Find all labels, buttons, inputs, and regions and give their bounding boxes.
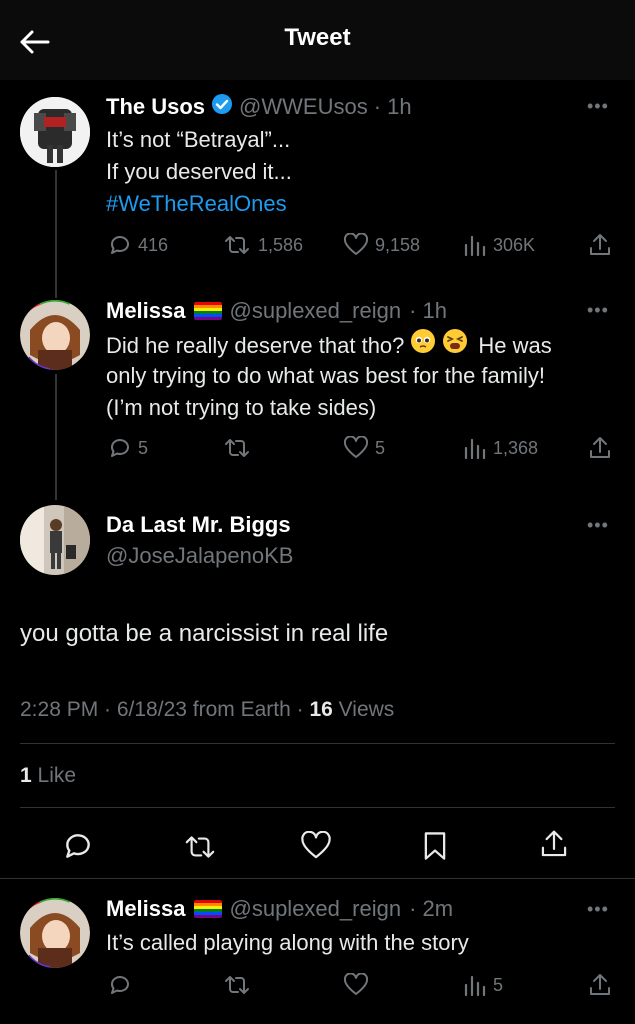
- tweet-text-line-end: He was: [478, 332, 552, 358]
- tweet-metadata: 2:28 PM · 6/18/23 from Earth · 16 Views: [20, 698, 394, 722]
- more-options-icon[interactable]: •••: [587, 899, 609, 920]
- likes-count: 1: [20, 764, 32, 787]
- views-button[interactable]: 306K: [463, 233, 535, 257]
- views-button[interactable]: 1,368: [463, 436, 538, 460]
- analytics-icon: [464, 975, 486, 997]
- avatar-melissa[interactable]: [20, 300, 90, 370]
- reply-button[interactable]: [108, 973, 132, 997]
- like-count: 9,158: [375, 234, 421, 255]
- tweet-time: · 1h: [373, 93, 412, 119]
- like-button[interactable]: 9,158: [343, 233, 420, 257]
- rainbow-flag-icon: [193, 900, 222, 918]
- avatar-the-usos[interactable]: [20, 97, 90, 167]
- more-options-icon[interactable]: •••: [587, 515, 609, 536]
- author-name[interactable]: Melissa: [106, 298, 186, 324]
- more-options-icon[interactable]: •••: [587, 96, 609, 117]
- retweet-icon: [225, 976, 249, 994]
- like-button[interactable]: [300, 830, 332, 866]
- tweet-text-line: Did he really deserve that tho?: [106, 332, 405, 358]
- retweet-button[interactable]: [222, 973, 252, 997]
- tweet-text-line: If you deserved it...: [106, 159, 292, 184]
- share-icon[interactable]: [539, 828, 569, 865]
- retweet-icon: [225, 236, 249, 254]
- reply-count: 5: [138, 437, 149, 458]
- reply-icon: [111, 976, 129, 994]
- more-options-icon[interactable]: •••: [587, 300, 609, 321]
- heart-icon: [343, 436, 369, 458]
- like-count: 5: [375, 437, 386, 458]
- view-count: 1,368: [493, 437, 539, 458]
- like-button[interactable]: [343, 973, 369, 997]
- tweet-time: · 1h: [409, 298, 447, 323]
- hashtag-link[interactable]: #WeTheRealOnes: [106, 188, 287, 220]
- share-icon[interactable]: [588, 232, 612, 263]
- tweet-text-line: only trying to do what was best for the …: [106, 363, 545, 388]
- heart-icon: [343, 973, 369, 995]
- author-handle[interactable]: @WWEUsos: [239, 94, 368, 120]
- author-name[interactable]: The Usos: [106, 94, 205, 120]
- main-tweet-text: you gotta be a narcissist in real life: [20, 620, 389, 647]
- retweet-button[interactable]: 1,586: [222, 233, 303, 257]
- pleading-face-emoji-icon: [410, 328, 436, 363]
- retweet-count: 1,586: [258, 234, 304, 255]
- divider: [0, 878, 635, 879]
- author-handle[interactable]: @suplexed_reign: [230, 298, 402, 324]
- reply-button[interactable]: [62, 830, 94, 867]
- page-title: Tweet: [284, 24, 351, 51]
- reply-icon: [111, 439, 129, 457]
- timestamp-source: 2:28 PM · 6/18/23 from Earth ·: [20, 698, 310, 721]
- views-count: 16: [309, 698, 333, 721]
- author-name[interactable]: Melissa: [106, 896, 186, 922]
- analytics-icon: [464, 438, 486, 460]
- thread-line: [55, 170, 57, 298]
- reply-icon: [66, 834, 90, 858]
- retweet-button[interactable]: [182, 832, 218, 867]
- thread-line: [55, 374, 57, 500]
- author-name[interactable]: Da Last Mr. Biggs: [106, 512, 291, 538]
- reply-button[interactable]: 416: [108, 233, 168, 257]
- bookmark-button[interactable]: [421, 830, 449, 867]
- avatar-melissa[interactable]: [20, 898, 90, 968]
- retweet-icon: [185, 836, 215, 858]
- reply-count: 416: [138, 234, 169, 255]
- share-icon[interactable]: [588, 435, 612, 466]
- reply-icon: [111, 236, 129, 254]
- verified-badge-icon: [211, 93, 233, 120]
- views-label: Views: [332, 698, 395, 721]
- author-handle[interactable]: @suplexed_reign: [230, 896, 402, 922]
- retweet-icon: [225, 439, 249, 457]
- likes-label: Like: [31, 764, 77, 787]
- share-icon[interactable]: [588, 972, 612, 1003]
- divider: [20, 743, 615, 744]
- heart-icon: [301, 830, 331, 859]
- bookmark-icon: [424, 832, 446, 860]
- view-count: 306K: [493, 234, 536, 255]
- avatar-da-last-mr-biggs[interactable]: [20, 505, 90, 575]
- tweet-text-line: It’s not “Betrayal”...: [106, 127, 291, 152]
- tweet-text-line: (I’m not trying to take sides): [106, 395, 377, 420]
- views-button[interactable]: 5: [463, 973, 503, 997]
- tired-face-emoji-icon: [442, 328, 468, 363]
- view-count: 5: [493, 974, 504, 995]
- tweet-text-line: It’s called playing along with the story: [106, 930, 469, 955]
- retweet-button[interactable]: [222, 436, 252, 460]
- analytics-icon: [464, 235, 486, 257]
- reply-button[interactable]: 5: [108, 436, 148, 460]
- divider: [20, 807, 615, 808]
- like-button[interactable]: 5: [343, 436, 385, 460]
- author-handle[interactable]: @JoseJalapenoKB: [106, 543, 293, 569]
- likes-summary[interactable]: 1 Like: [20, 764, 76, 788]
- rainbow-flag-icon: [193, 302, 222, 320]
- tweet-time: · 2m: [409, 896, 454, 921]
- heart-icon: [343, 233, 369, 255]
